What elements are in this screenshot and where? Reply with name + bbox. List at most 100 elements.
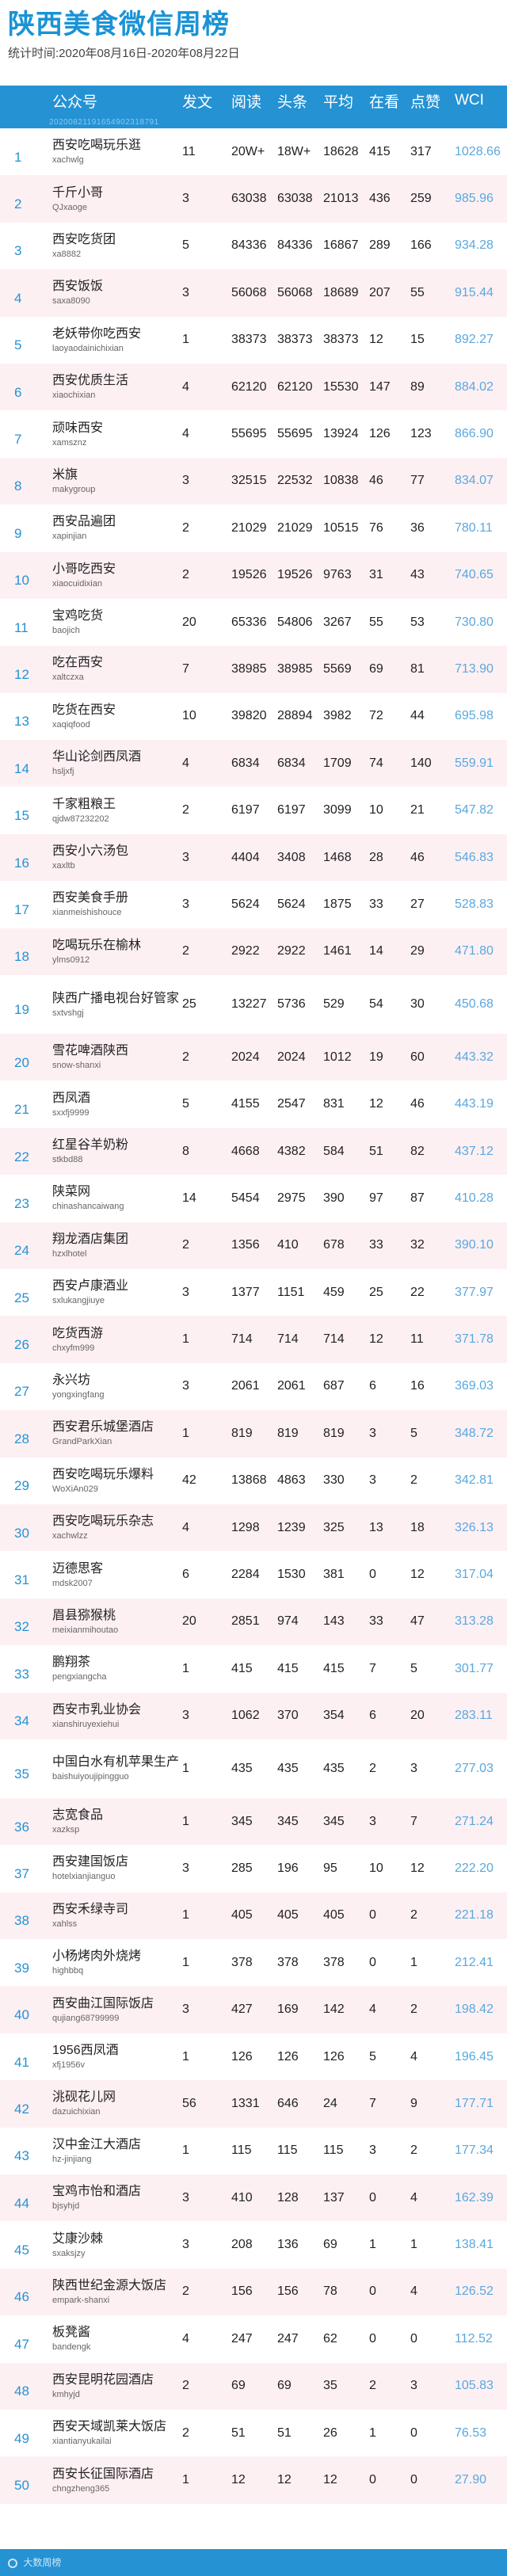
header-headline[interactable]: 头条 xyxy=(274,86,320,116)
account-cell[interactable]: 西安吃货团 xa8882 xyxy=(49,223,179,269)
account-name[interactable]: 西安昆明花园酒店 xyxy=(52,2372,179,2388)
account-cell[interactable]: 洮砚花儿网 dazuichixian xyxy=(49,2080,179,2127)
table-row[interactable]: 40 西安曲江国际饭店 qujiang68799999 3 427 169 142 4 2 198… xyxy=(0,1986,507,2033)
account-cell[interactable]: 西安天域凯莱大饭店 xiantianyukailai xyxy=(49,2410,179,2456)
account-name[interactable]: 吃在西安 xyxy=(52,655,179,671)
table-row[interactable]: 50 西安长征国际酒店 chngzheng365 1 12 12 12 0 0 27.90 xyxy=(0,2456,507,2504)
account-cell[interactable]: 西安优质生活 xiaochixian xyxy=(49,364,179,410)
account-name[interactable]: 陕西广播电视台好管家 xyxy=(52,991,179,1007)
account-name[interactable]: 艾康沙棘 xyxy=(52,2231,179,2247)
account-cell[interactable]: 西安品遍团 xapinjian xyxy=(49,505,179,551)
table-row[interactable]: 28 西安君乐城堡酒店 GrandParkXian 1 819 819 819 3 5 348.7… xyxy=(0,1410,507,1458)
account-cell[interactable]: 西安市乳业协会 xianshiruyexiehui xyxy=(49,1693,179,1740)
table-row[interactable]: 48 西安昆明花园酒店 kmhyjd 2 69 69 35 2 3 105.83 xyxy=(0,2362,507,2410)
table-row[interactable]: 35 中国白水有机苹果生产 baishuiyoujipingguo 1 435 435 43… xyxy=(0,1739,507,1798)
account-cell[interactable]: 吃在西安 xaltczxa xyxy=(49,646,179,692)
account-cell[interactable]: 西安君乐城堡酒店 GrandParkXian xyxy=(49,1410,179,1457)
account-cell[interactable]: 红星谷羊奶粉 stkbd88 xyxy=(49,1128,179,1175)
account-name[interactable]: 西安小六汤包 xyxy=(52,844,179,859)
account-cell[interactable]: 西安吃喝玩乐杂志 xachwlzz xyxy=(49,1504,179,1551)
table-row[interactable]: 23 陕菜网 chinashancaiwang 14 5454 2975 390 97 87 41… xyxy=(0,1175,507,1222)
account-name[interactable]: 汉中金江大酒店 xyxy=(52,2137,179,2153)
account-name[interactable]: 米旗 xyxy=(52,467,179,483)
account-cell[interactable]: 志宽食品 xazksp xyxy=(49,1798,179,1845)
account-cell[interactable]: 汉中金江大酒店 hz-jinjiang xyxy=(49,2128,179,2174)
table-row[interactable]: 11 宝鸡吃货 baojich 20 65336 54806 3267 55 53 730.80 xyxy=(0,598,507,646)
table-row[interactable]: 18 吃喝玩乐在榆林 ylms0912 2 2922 2922 1461 14 29 471.80 xyxy=(0,928,507,976)
table-row[interactable]: 9 西安品遍团 xapinjian 2 21029 21029 10515 76 36 780.1… xyxy=(0,505,507,552)
table-row[interactable]: 38 西安禾绿寺司 xahlss 1 405 405 405 0 2 221.18 xyxy=(0,1892,507,1940)
table-row[interactable]: 22 红星谷羊奶粉 stkbd88 8 4668 4382 584 51 82 437.12 xyxy=(0,1127,507,1176)
table-row[interactable]: 16 西安小六汤包 xaxltb 3 4404 3408 1468 28 46 546.83 xyxy=(0,833,507,882)
account-cell[interactable]: 吃喝玩乐在榆林 ylms0912 xyxy=(49,928,179,975)
account-cell[interactable]: 翔龙酒店集团 hzxlhotel xyxy=(49,1222,179,1269)
account-name[interactable]: 鹏翔茶 xyxy=(52,1655,179,1671)
table-row[interactable]: 21 西凤酒 sxxfj9999 5 4155 2547 831 12 46 443.19 xyxy=(0,1080,507,1128)
header-reads[interactable]: 阅读 xyxy=(228,86,274,116)
account-name[interactable]: 永兴坊 xyxy=(52,1373,179,1389)
account-cell[interactable]: 西安小六汤包 xaxltb xyxy=(49,834,179,881)
account-cell[interactable]: 板凳酱 bandengk xyxy=(49,2315,179,2362)
account-name[interactable]: 西安吃喝玩乐逛 xyxy=(52,138,179,154)
account-cell[interactable]: 小哥吃西安 xiaocuidixian xyxy=(49,552,179,599)
account-name[interactable]: 中国白水有机苹果生产 xyxy=(52,1755,179,1770)
account-name[interactable]: 西安君乐城堡酒店 xyxy=(52,1419,179,1435)
account-cell[interactable]: 陕菜网 chinashancaiwang xyxy=(49,1175,179,1221)
table-row[interactable]: 46 陕西世纪金源大饭店 empark-shanxi 2 156 156 78 0 4 126.5… xyxy=(0,2268,507,2316)
table-row[interactable]: 36 志宽食品 xazksp 1 345 345 345 3 7 271.24 xyxy=(0,1797,507,1846)
table-row[interactable]: 27 永兴坊 yongxingfang 3 2061 2061 687 6 16 369.03 xyxy=(0,1362,507,1411)
account-name[interactable]: 小杨烤肉外烧烤 xyxy=(52,1949,179,1964)
account-name[interactable]: 红星谷羊奶粉 xyxy=(52,1137,179,1153)
account-cell[interactable]: 华山论剑西凤酒 hsljxfj xyxy=(49,740,179,787)
account-name[interactable]: 1956西凤酒 xyxy=(52,2043,179,2059)
account-cell[interactable]: 西安长征国际酒店 chngzheng365 xyxy=(49,2456,179,2503)
account-name[interactable]: 西安优质生活 xyxy=(52,373,179,389)
account-cell[interactable]: 艾康沙棘 sxaksjzy xyxy=(49,2221,179,2268)
table-row[interactable]: 26 吃货西游 chxyfm999 1 714 714 714 12 11 371.78 xyxy=(0,1316,507,1363)
account-name[interactable]: 板凳酱 xyxy=(52,2325,179,2341)
table-row[interactable]: 4 西安饭饭 saxa8090 3 56068 56068 18689 207 55 915.44 xyxy=(0,269,507,317)
table-row[interactable]: 12 吃在西安 xaltczxa 7 38985 38985 5569 69 81 713.90 xyxy=(0,646,507,693)
account-name[interactable]: 迈德思客 xyxy=(52,1561,179,1577)
header-wci[interactable]: WCI xyxy=(452,86,507,116)
account-name[interactable]: 陕菜网 xyxy=(52,1184,179,1200)
table-row[interactable]: 17 西安美食手册 xianmeishishouce 3 5624 5624 1875 33 2… xyxy=(0,881,507,928)
account-name[interactable]: 西安吃喝玩乐爆料 xyxy=(52,1467,179,1483)
table-row[interactable]: 37 西安建国饭店 hotelxianjianguo 3 285 196 95 10 12 222… xyxy=(0,1845,507,1892)
account-name[interactable]: 华山论剑西凤酒 xyxy=(52,749,179,765)
account-name[interactable]: 吃货在西安 xyxy=(52,703,179,718)
account-name[interactable]: 西安品遍团 xyxy=(52,514,179,530)
header-looking[interactable]: 在看 xyxy=(366,86,407,116)
table-row[interactable]: 15 千家粗粮王 qjdw87232202 2 6197 6197 3099 10 21 547.… xyxy=(0,787,507,834)
header-posts[interactable]: 发文 xyxy=(179,86,228,116)
account-name[interactable]: 翔龙酒店集团 xyxy=(52,1232,179,1248)
account-name[interactable]: 西安禾绿寺司 xyxy=(52,1902,179,1918)
table-row[interactable]: 33 鹏翔茶 pengxiangcha 1 415 415 415 7 5 301.77 xyxy=(0,1645,507,1693)
account-cell[interactable]: 西安吃喝玩乐爆料 WoXiAn029 xyxy=(49,1458,179,1504)
account-cell[interactable]: 西安吃喝玩乐逛 xachwlg xyxy=(49,128,179,175)
account-cell[interactable]: 宝鸡吃货 baojich xyxy=(49,599,179,646)
account-name[interactable]: 西安卢康酒业 xyxy=(52,1278,179,1294)
table-row[interactable]: 2 千斤小哥 QJxaoge 3 63038 63038 21013 436 259 985.96 xyxy=(0,175,507,223)
account-name[interactable]: 洮砚花儿网 xyxy=(52,2090,179,2105)
account-cell[interactable]: 西安昆明花园酒店 kmhyjd xyxy=(49,2363,179,2410)
account-name[interactable]: 西安长征国际酒店 xyxy=(52,2467,179,2483)
table-row[interactable]: 25 西安卢康酒业 sxlukangjiuye 3 1377 1151 459 25 22 377… xyxy=(0,1268,507,1317)
account-name[interactable]: 吃喝玩乐在榆林 xyxy=(52,938,179,954)
account-cell[interactable]: 西安美食手册 xianmeishishouce xyxy=(49,881,179,928)
account-cell[interactable]: 吃货在西安 xaqiqfood xyxy=(49,693,179,740)
table-row[interactable]: 5 老妖带你吃西安 laoyaodainichixian 1 38373 38373 383… xyxy=(0,316,507,364)
account-name[interactable]: 西安吃货团 xyxy=(52,232,179,248)
account-name[interactable]: 西安饭饭 xyxy=(52,279,179,295)
table-row[interactable]: 41 1956西凤酒 xfj1956v 1 126 126 126 5 4 196.45 xyxy=(0,2033,507,2081)
header-likes[interactable]: 点赞 xyxy=(407,86,452,116)
table-row[interactable]: 45 艾康沙棘 sxaksjzy 3 208 136 69 1 1 138.41 xyxy=(0,2221,507,2269)
account-cell[interactable]: 小杨烤肉外烧烤 highbbq xyxy=(49,1939,179,1986)
account-name[interactable]: 雪花啤酒陕西 xyxy=(52,1043,179,1059)
account-name[interactable]: 眉县猕猴桃 xyxy=(52,1608,179,1624)
account-name[interactable]: 顽味西安 xyxy=(52,421,179,436)
account-name[interactable]: 西安美食手册 xyxy=(52,890,179,906)
account-cell[interactable]: 陕西世纪金源大饭店 empark-shanxi xyxy=(49,2269,179,2315)
account-name[interactable]: 陕西世纪金源大饭店 xyxy=(52,2278,179,2294)
account-name[interactable]: 西安市乳业协会 xyxy=(52,1702,179,1718)
